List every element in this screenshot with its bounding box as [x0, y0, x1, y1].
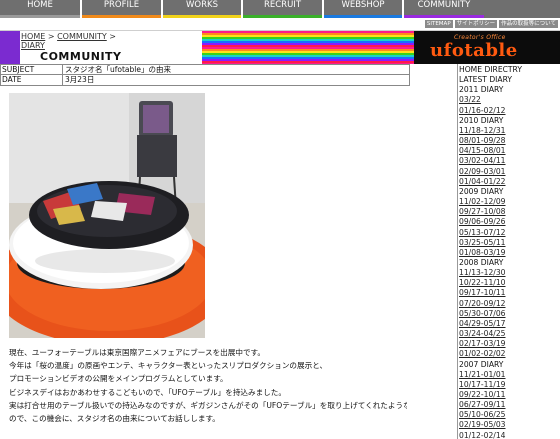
diary-archive-link[interactable]: 01/16-02/12 — [459, 106, 560, 116]
date-value: 3月23日 — [65, 75, 95, 84]
nav-item-webshop[interactable]: WEBSHOP — [324, 0, 402, 18]
diary-archive-link[interactable]: 08/01-09/28 — [459, 136, 560, 146]
utility-bar: SITEMAP サイトポリシー 作品の取扱等について — [0, 18, 560, 31]
header-title-area: HOME > COMMUNITY > DIARY COMMUNITY — [20, 31, 202, 64]
diary-archive-link[interactable]: 09/17-10/11 — [459, 288, 560, 298]
diary-archive: 2011 DIARY 03/22 01/16-02/12 2010 DIARY 11/1… — [459, 85, 560, 439]
diary-archive-link[interactable]: 09/22-10/11 — [459, 390, 560, 400]
diary-archive-link[interactable]: 11/18-12/31 — [459, 126, 560, 136]
diary-year-heading: 2007 DIARY — [459, 359, 504, 369]
sitemap-link[interactable]: SITEMAP — [424, 20, 453, 28]
nav-item-recruit[interactable]: RECRUIT — [243, 0, 322, 18]
breadcrumb-community[interactable]: COMMUNITY — [57, 32, 107, 41]
diary-archive-link[interactable]: 03/25-05/11 — [459, 238, 560, 248]
nav-item-home[interactable]: HOME — [0, 0, 80, 18]
nav-item-label: PROFILE — [103, 0, 140, 10]
logo-text: ufotable — [430, 40, 518, 61]
diary-year-heading: 2009 DIARY — [459, 186, 504, 196]
date-label: DATE — [1, 75, 63, 85]
entry-meta-table: SUBJECT スタジオ名「ufotable」の由来 DATE 3月23日 — [0, 64, 410, 86]
latest-diary-link[interactable]: LATEST DIARY — [459, 75, 560, 85]
diary-archive-link[interactable]: 03/22 — [459, 95, 560, 105]
accent-block — [0, 31, 20, 64]
diary-archive-link[interactable]: 11/21-01/01 — [459, 370, 560, 380]
diary-archive-link[interactable]: 01/12-02/14 — [459, 431, 560, 439]
diary-year-heading: 2011 DIARY — [459, 85, 504, 95]
photo-illustration — [9, 93, 205, 338]
subject-label: SUBJECT — [1, 65, 63, 74]
diary-archive-link[interactable]: 10/22-11/10 — [459, 278, 560, 288]
diary-year-heading: 2010 DIARY — [459, 115, 504, 125]
diary-archive-link[interactable]: 03/24-04/25 — [459, 329, 560, 339]
nav-item-works[interactable]: WORKS — [163, 0, 241, 18]
diary-archive-link[interactable]: 11/13-12/30 — [459, 268, 560, 278]
diary-archive-link[interactable]: 09/27-10/08 — [459, 207, 560, 217]
nav-item-label: WORKS — [186, 0, 218, 10]
diary-archive-link[interactable]: 01/04-01/22 — [459, 177, 560, 187]
diary-archive-link[interactable]: 01/02-02/02 — [459, 349, 560, 359]
diary-archive-link[interactable]: 04/29-05/17 — [459, 319, 560, 329]
breadcrumb-separator: > — [106, 32, 116, 41]
works-handling-link[interactable]: 作品の取扱等について — [499, 20, 558, 28]
diary-archive-link[interactable]: 04/15-08/01 — [459, 146, 560, 156]
nav-item-profile[interactable]: PROFILE — [82, 0, 161, 18]
date-row: DATE 3月23日 — [0, 75, 410, 86]
nav-item-label: RECRUIT — [263, 0, 302, 10]
diary-archive-link[interactable]: 07/20-09/12 — [459, 299, 560, 309]
body-line: 実は打合せ用のテーブル扱いでの持込みなのですが、ギガジンさんがその「UFOテーブ… — [9, 400, 407, 410]
nav-item-label: COMMUNITY — [417, 0, 471, 10]
body-line: 現在、ユーフォーテーブルは東京国際アニメフェアにブースを出展中です。 — [9, 348, 265, 357]
entry-body: 現在、ユーフォーテーブルは東京国際アニメフェアにブースを出展中です。 今年は「桜… — [9, 346, 407, 425]
site-policy-link[interactable]: サイトポリシー — [454, 20, 498, 28]
diary-archive-link[interactable]: 06/27-09/11 — [459, 400, 560, 410]
diary-archive-link[interactable]: 09/06-09/26 — [459, 217, 560, 227]
nav-item-label: HOME — [27, 0, 53, 10]
body-line: ビジネスデイはおかあわせするこどもいので、「UFOテーブル」を持込みました。 — [9, 387, 286, 397]
breadcrumb-current: DIARY — [21, 41, 45, 50]
diary-year-heading: 2008 DIARY — [459, 257, 504, 267]
diary-archive-link[interactable]: 10/17-11/19 — [459, 380, 560, 390]
diary-archive-link[interactable]: 05/13-07/12 — [459, 228, 560, 238]
nav-item-community[interactable]: COMMUNITY — [404, 0, 484, 18]
body-line: プロモーションビデオの公開をメインプログラムとしています。 — [9, 374, 228, 384]
diary-archive-link[interactable]: 02/19-05/03 — [459, 420, 560, 430]
diary-archive-link[interactable]: 03/02-04/11 — [459, 156, 560, 166]
breadcrumb-separator: > — [45, 32, 58, 41]
breadcrumb-home[interactable]: HOME — [21, 32, 45, 41]
page-title: COMMUNITY — [40, 50, 122, 63]
home-directory-link[interactable]: HOME DIRECTRY — [459, 65, 560, 75]
site-logo[interactable]: Creator's Office ufotable — [414, 31, 560, 64]
diary-archive-link[interactable]: 01/08-03/19 — [459, 248, 560, 258]
diary-archive-link[interactable]: 05/10-06/25 — [459, 410, 560, 420]
subject-value: スタジオ名「ufotable」の由来 — [65, 65, 171, 74]
breadcrumb: HOME > COMMUNITY > — [21, 32, 116, 41]
ufo-table-photo — [9, 93, 205, 338]
diary-archive-link[interactable]: 11/02-12/09 — [459, 197, 560, 207]
body-line: ので、この機会に、スタジオ名の由来についてお話しします。 — [9, 414, 220, 424]
diary-archive-link[interactable]: 05/30-07/06 — [459, 309, 560, 319]
nav-item-label: WEBSHOP — [341, 0, 385, 10]
sidebar-divider — [457, 64, 458, 439]
diary-sidebar: HOME DIRECTRY LATEST DIARY 2011 DIARY 03/… — [459, 65, 560, 439]
diary-archive-link[interactable]: 02/09-03/01 — [459, 167, 560, 177]
diary-archive-link[interactable]: 02/17-03/19 — [459, 339, 560, 349]
body-line: 今年は「桜の温度」の原画やエンテ、キャラクター表といったスリプロダクションの展示… — [9, 361, 328, 371]
top-navigation: HOME PROFILE WORKS RECRUIT WEBSHOP COMMUNITY — [0, 0, 560, 18]
subject-row: SUBJECT スタジオ名「ufotable」の由来 — [0, 64, 410, 75]
breadcrumb-diary[interactable]: DIARY — [21, 41, 45, 50]
